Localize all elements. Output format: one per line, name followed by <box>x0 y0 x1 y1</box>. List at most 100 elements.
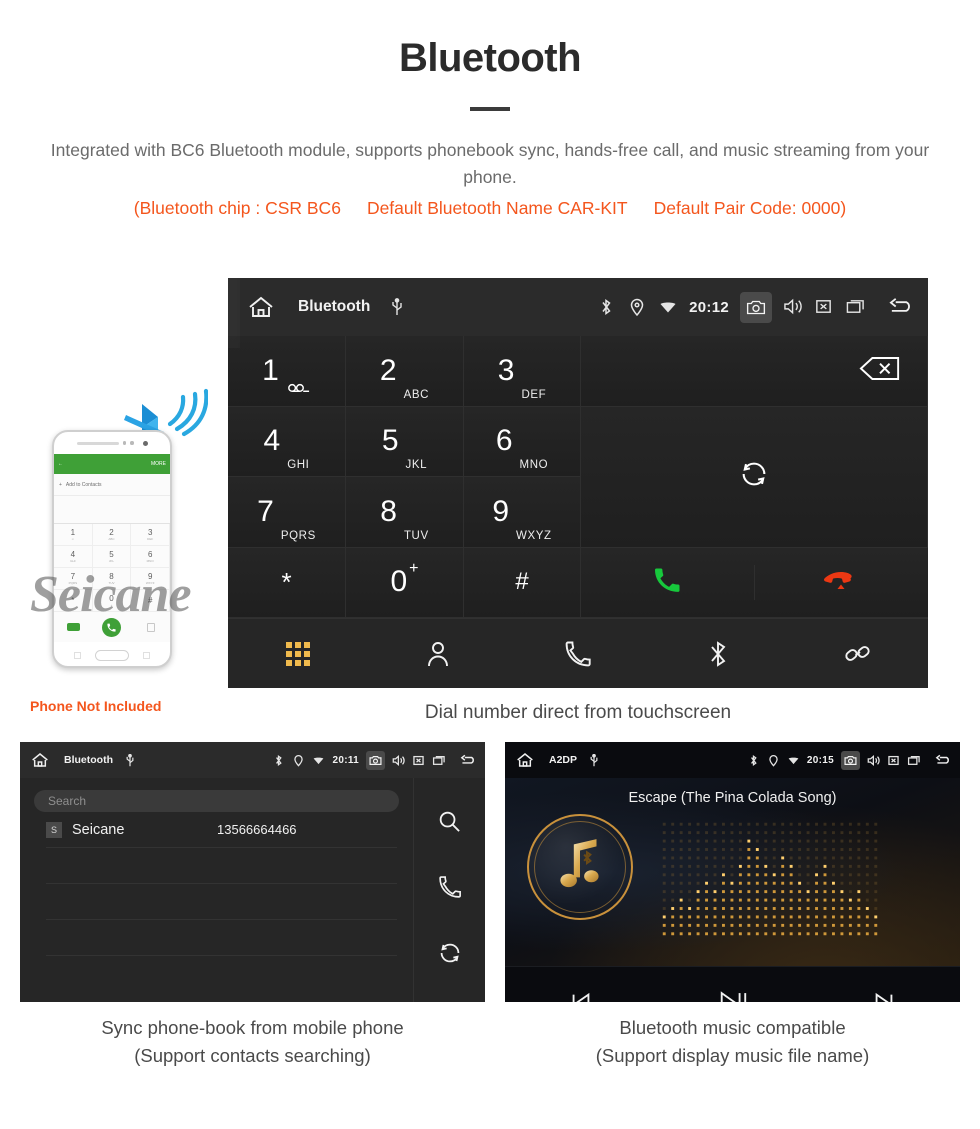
key-7[interactable]: 7 PQRS <box>228 477 346 548</box>
key-0[interactable]: 0 + <box>346 547 464 618</box>
phone-screen: ← MORE + Add to Contacts 1 ∞ 2 ABC 3 DEF 4G… <box>54 454 170 642</box>
phonebook-caption: Sync phone-book from mobile phone (Suppo… <box>20 1014 485 1070</box>
camera-icon[interactable] <box>841 750 860 770</box>
phone-key: # <box>131 590 170 612</box>
phone-call-icon <box>102 617 122 637</box>
phone-hangup-icon <box>823 569 859 596</box>
next-track-button[interactable] <box>808 990 960 1002</box>
volume-icon[interactable] <box>783 297 803 317</box>
phone-device: ← MORE + Add to Contacts 1 ∞ 2 ABC 3 DEF 4G… <box>52 430 172 668</box>
dialer-tabbar <box>228 618 928 688</box>
phone-back-arrow: ← <box>58 461 63 467</box>
contact-row-empty[interactable] <box>46 884 397 920</box>
key-3[interactable]: 3 DEF <box>464 336 581 407</box>
music-caption-line2: (Support display music file name) <box>595 1045 870 1066</box>
key-5[interactable]: 5 JKL <box>346 406 464 477</box>
sync-icon <box>440 943 459 962</box>
phone-add-to-contacts: + Add to Contacts <box>54 474 170 496</box>
location-icon <box>292 754 305 767</box>
wifi-icon <box>658 297 678 317</box>
recents-icon[interactable] <box>845 297 865 317</box>
dialer-keypad: 1 2 ABC 3 DEF 4 GHI 5 JKL 6 MNO 7 PQRS 8… <box>228 336 928 618</box>
key-star[interactable]: * <box>228 547 346 618</box>
phone-not-included-label: Phone Not Included <box>30 698 162 714</box>
search-placeholder: Search <box>48 794 87 808</box>
back-icon[interactable] <box>935 754 952 767</box>
backspace-key[interactable] <box>581 336 928 407</box>
wifi-icon <box>787 754 800 767</box>
link-chain-icon <box>845 645 870 661</box>
page-title: Bluetooth <box>398 36 582 80</box>
call-contact-button[interactable] <box>437 874 463 905</box>
bluetooth-icon <box>747 754 760 767</box>
recents-icon <box>74 651 81 659</box>
phonebook-caption-line1: Sync phone-book from mobile phone <box>101 1017 404 1038</box>
previous-track-button[interactable] <box>505 990 657 1002</box>
recents-icon[interactable] <box>432 754 445 767</box>
phone-key: 3 DEF <box>131 524 170 546</box>
back-icon[interactable] <box>888 297 914 317</box>
back-icon[interactable] <box>460 754 477 767</box>
add-to-contacts-label: Add to Contacts <box>65 481 102 488</box>
search-input[interactable]: Search <box>34 790 399 812</box>
bluetooth-icon <box>711 640 726 667</box>
tab-pair[interactable] <box>788 639 928 669</box>
tab-contacts[interactable] <box>368 640 508 668</box>
key-6[interactable]: 6 MNO <box>464 406 581 477</box>
keypad-grid-icon <box>286 641 310 666</box>
music-title: A2DP <box>549 754 578 766</box>
home-icon[interactable] <box>515 751 535 769</box>
contact-row-empty[interactable] <box>46 848 397 884</box>
phone-appbar: ← MORE <box>54 454 170 474</box>
location-icon <box>767 754 780 767</box>
phone-more-label: MORE <box>151 461 166 467</box>
track-title: Escape (The Pina Colada Song) <box>628 790 837 806</box>
key-hash[interactable]: # <box>464 547 581 618</box>
play-pause-button[interactable] <box>657 989 809 1002</box>
mute-icon[interactable] <box>814 297 834 317</box>
hangup-button[interactable] <box>755 569 929 596</box>
contact-row[interactable]: S Seicane 13566664466 <box>46 812 397 848</box>
tab-calllog[interactable] <box>508 639 648 669</box>
volume-icon[interactable] <box>867 754 880 767</box>
key-4[interactable]: 4 GHI <box>228 406 346 477</box>
music-statusbar: A2DP 20:15 <box>505 742 960 778</box>
clock: 20:11 <box>332 754 359 766</box>
equalizer-visualizer <box>660 820 880 938</box>
contact-list: Search S Seicane 13566664466 <box>20 778 413 1002</box>
voicemail-icon <box>287 380 311 406</box>
sync-key[interactable] <box>581 406 928 548</box>
key-8[interactable]: 8 TUV <box>346 477 464 548</box>
camera-icon[interactable] <box>366 750 385 770</box>
key-2[interactable]: 2 ABC <box>346 336 464 407</box>
phone-key: 1 ∞ <box>54 524 93 546</box>
volume-icon[interactable] <box>392 754 405 767</box>
default-bt-name: Default Bluetooth Name CAR-KIT <box>366 198 628 218</box>
music-body: Escape (The Pina Colada Song) <box>505 778 960 966</box>
home-icon[interactable] <box>246 294 276 320</box>
sync-contacts-button[interactable] <box>437 940 463 971</box>
phone-navbar <box>54 642 170 666</box>
tab-bluetooth[interactable] <box>648 639 788 669</box>
video-call-icon <box>66 623 80 631</box>
phone-key: 2 ABC <box>92 524 132 546</box>
dialer-statusbar: Bluetooth 20:12 <box>228 278 928 336</box>
search-icon <box>439 812 460 833</box>
key-1[interactable]: 1 <box>228 336 346 407</box>
album-art <box>527 814 633 920</box>
mute-icon[interactable] <box>887 754 900 767</box>
phone-mockup: ← MORE + Add to Contacts 1 ∞ 2 ABC 3 DEF 4G… <box>40 430 190 668</box>
camera-icon[interactable] <box>740 291 772 323</box>
phone-key: 9 WXYZ <box>131 568 170 590</box>
tab-keypad[interactable] <box>228 641 368 667</box>
usb-icon <box>390 298 404 316</box>
search-contacts-button[interactable] <box>437 809 462 839</box>
usb-icon <box>589 753 599 767</box>
home-icon[interactable] <box>30 751 50 769</box>
recents-icon[interactable] <box>907 754 920 767</box>
phone-earpiece <box>54 432 170 454</box>
dial-call-button[interactable] <box>581 564 755 600</box>
mute-icon[interactable] <box>412 754 425 767</box>
contact-row-empty[interactable] <box>46 920 397 956</box>
key-9[interactable]: 9 WXYZ <box>464 477 581 548</box>
